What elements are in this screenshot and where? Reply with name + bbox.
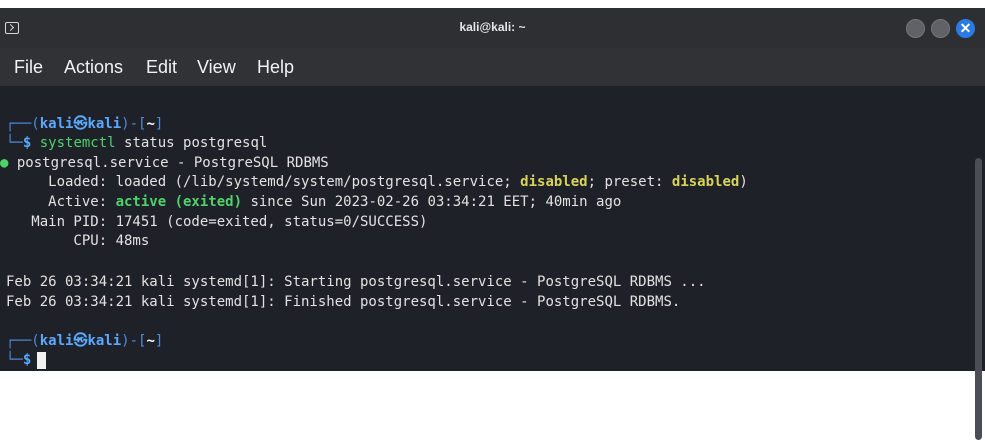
scrollbar[interactable] (975, 158, 982, 440)
main-pid-line: Main PID: 17451 (code=exited, status=0/S… (6, 214, 428, 230)
input-line[interactable]: └─$ (6, 350, 47, 370)
menu-file[interactable]: File (14, 57, 43, 78)
prompt-line: ┌──(kali㉿kali)-[~] (6, 116, 164, 132)
command-line: └─$ systemctl status postgresql (6, 135, 268, 151)
terminal-output[interactable]: ┌──(kali㉿kali)-[~] └─$ systemctl status … (0, 86, 985, 440)
log-line: Feb 26 03:34:21 kali systemd[1]: Finishe… (6, 294, 681, 310)
close-icon: ✕ (959, 20, 972, 36)
service-header: ● postgresql.service - PostgreSQL RDBMS (0, 155, 329, 171)
menu-view[interactable]: View (197, 57, 236, 78)
maximize-button[interactable] (931, 19, 950, 38)
text-cursor (37, 351, 47, 369)
active-line: Active: active (exited) since Sun 2023-0… (6, 194, 622, 210)
log-line: Feb 26 03:34:21 kali systemd[1]: Startin… (6, 274, 706, 290)
loaded-line: Loaded: loaded (/lib/systemd/system/post… (6, 174, 748, 190)
menu-edit[interactable]: Edit (146, 57, 177, 78)
menu-bar: File Actions Edit View Help (0, 48, 985, 86)
window-title: kali@kali: ~ (459, 20, 526, 34)
cpu-line: CPU: 48ms (6, 233, 150, 249)
close-button[interactable]: ✕ (956, 19, 975, 38)
prompt-line: ┌──(kali㉿kali)-[~] (6, 333, 164, 349)
menu-help[interactable]: Help (257, 57, 294, 78)
terminal-window: kali@kali: ~ ✕ File Actions Edit View He… (0, 8, 985, 440)
title-bar[interactable]: kali@kali: ~ ✕ (0, 8, 985, 48)
menu-actions[interactable]: Actions (64, 57, 123, 78)
minimize-button[interactable] (906, 19, 925, 38)
